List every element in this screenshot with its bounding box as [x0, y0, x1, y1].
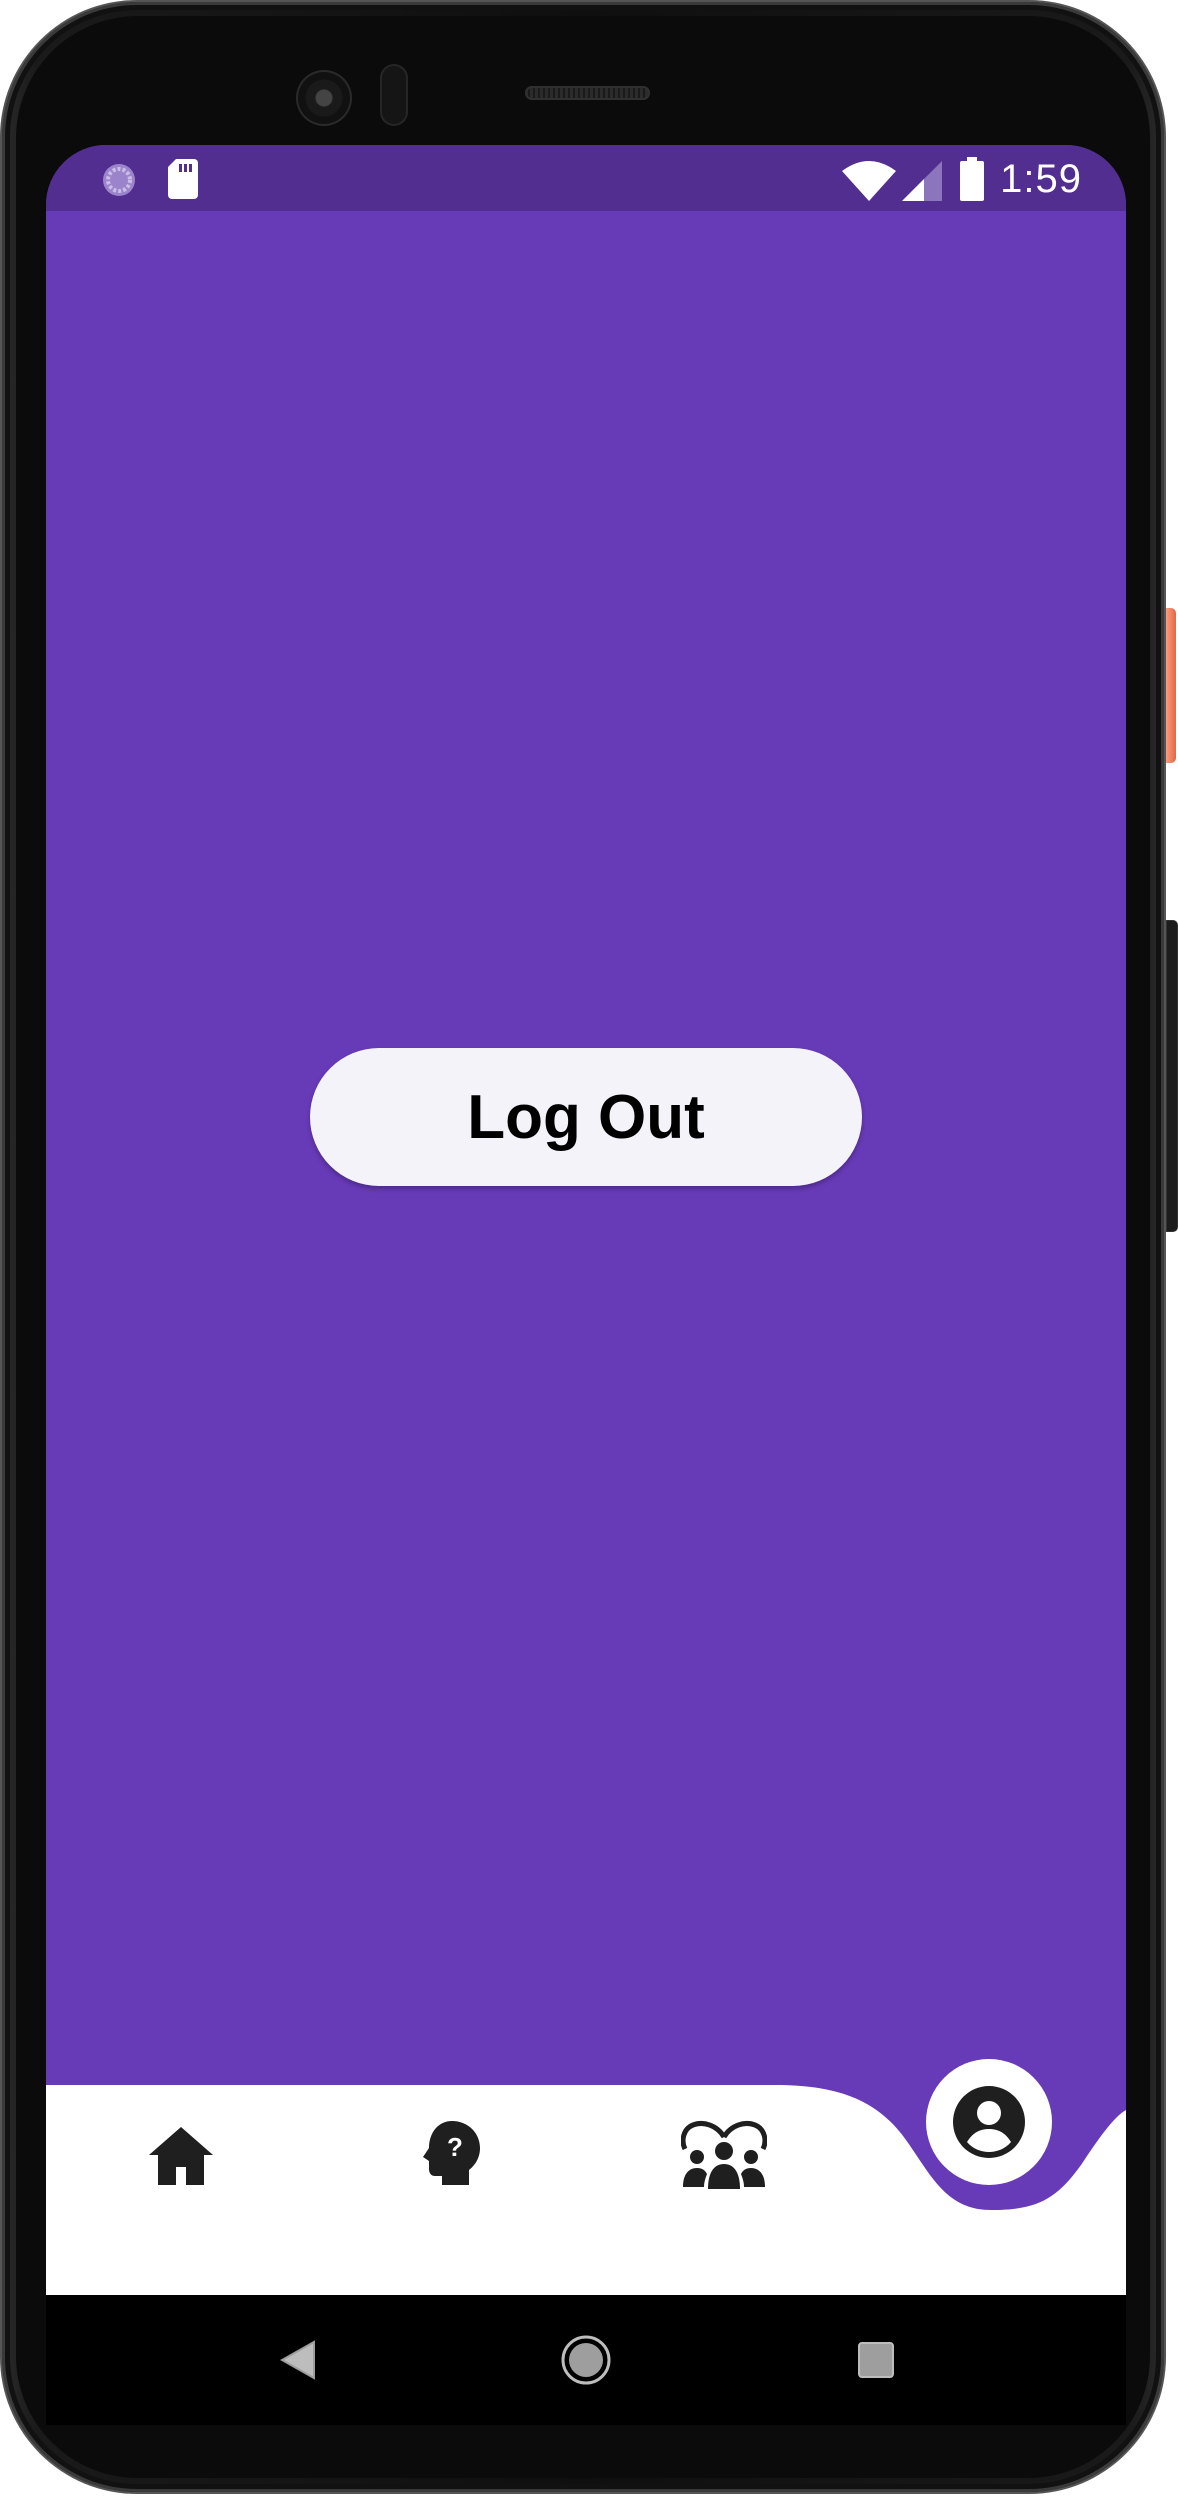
home-circle-icon: [561, 2335, 611, 2385]
head-question-icon: ?: [423, 2121, 480, 2185]
earpiece-speaker: [525, 86, 650, 100]
nav-community[interactable]: [676, 2109, 772, 2199]
home-icon: [149, 2127, 213, 2185]
system-back-button[interactable]: [268, 2330, 328, 2390]
battery-icon: [960, 157, 984, 206]
front-camera: [296, 70, 352, 126]
nav-profile-active[interactable]: [926, 2059, 1052, 2185]
proximity-sensor: [380, 64, 408, 126]
system-home-button[interactable]: [554, 2328, 618, 2392]
app-screen: 1:59 Log Out ?: [46, 145, 1126, 2365]
account-circle-icon: [953, 2086, 1025, 2158]
power-button: [1166, 608, 1176, 763]
recents-icon: [858, 2342, 894, 2378]
back-icon: [280, 2340, 315, 2380]
cell-signal-icon: [902, 161, 942, 206]
sd-card-icon: [168, 159, 204, 199]
svg-text:?: ?: [447, 2132, 463, 2162]
nav-help[interactable]: ?: [411, 2113, 491, 2193]
volume-button: [1166, 920, 1178, 1232]
system-navigation-bar: [46, 2295, 1126, 2425]
logout-button[interactable]: Log Out: [310, 1048, 862, 1186]
status-bar: 1:59: [46, 145, 1126, 211]
wifi-icon: [842, 161, 896, 206]
status-time: 1:59: [1000, 157, 1082, 201]
loading-spinner-icon: [101, 162, 137, 198]
community-icon: [681, 2121, 767, 2189]
nav-home[interactable]: [141, 2115, 221, 2195]
system-recents-button[interactable]: [846, 2330, 906, 2390]
